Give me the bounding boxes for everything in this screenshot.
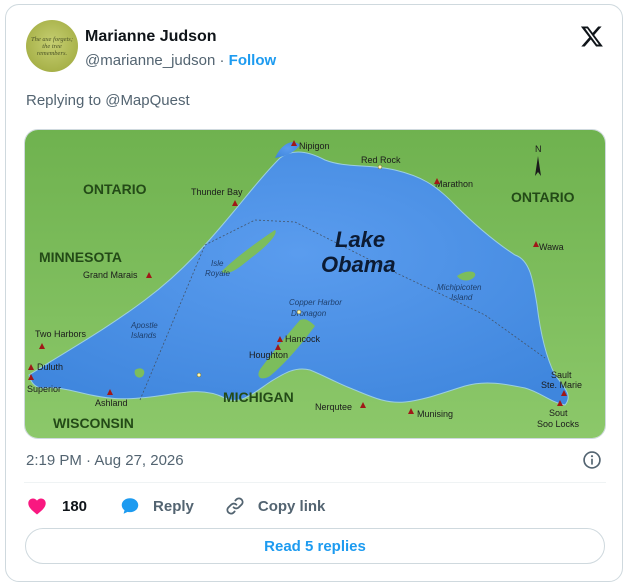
like-button[interactable]: 180 xyxy=(26,495,119,517)
city-two-harbors: Two Harbors xyxy=(35,329,87,339)
handle-row: @marianne_judson · Follow xyxy=(85,52,276,69)
city-marathon: Marathon xyxy=(435,179,473,189)
city-sout-line1: Sout xyxy=(549,408,568,418)
reply-button[interactable]: Reply xyxy=(119,495,194,517)
link-icon xyxy=(226,497,244,515)
city-red-rock: Red Rock xyxy=(361,155,401,165)
city-nerqutee: Nerqutee xyxy=(315,402,352,412)
timestamp[interactable]: 2:19 PM · Aug 27, 2026 xyxy=(26,452,184,469)
region-minnesota: MINNESOTA xyxy=(39,249,122,265)
divider xyxy=(24,482,606,483)
city-munising: Munising xyxy=(417,409,453,419)
author-name[interactable]: Marianne Judson xyxy=(85,28,217,46)
follow-button[interactable]: Follow xyxy=(229,52,277,69)
x-logo-icon[interactable] xyxy=(580,24,604,48)
city-thunder-bay: Thunder Bay xyxy=(191,187,243,197)
region-wisconsin: WISCONSIN xyxy=(53,415,134,431)
city-hancock: Hancock xyxy=(285,334,321,344)
lake-name-line1: Lake xyxy=(335,227,385,252)
map-graphic: Lake Obama ONTARIO ONTARIO MINNESOTA WIS… xyxy=(25,130,605,438)
lake-name-line2: Obama xyxy=(321,252,396,277)
copy-link-button[interactable]: Copy link xyxy=(224,495,326,517)
separator-dot: · xyxy=(219,52,225,69)
author-handle[interactable]: @marianne_judson xyxy=(85,52,215,69)
city-sault-line2: Ste. Marie xyxy=(541,380,582,390)
city-nipigon: Nipigon xyxy=(299,141,330,151)
island-copper-harbor: Copper Harbor xyxy=(289,298,342,307)
info-icon[interactable] xyxy=(582,450,602,470)
read-replies-button[interactable]: Read 5 replies xyxy=(25,528,605,564)
region-ontario-west: ONTARIO xyxy=(83,181,147,197)
city-superior: Superior xyxy=(27,384,61,394)
island-isle-royale-2: Royale xyxy=(205,269,230,278)
island-michipicoten-1: Michipicoten xyxy=(437,283,482,292)
city-ashland: Ashland xyxy=(95,398,128,408)
reply-context[interactable]: Replying to @MapQuest xyxy=(26,92,190,109)
reply-label: Reply xyxy=(153,497,194,515)
city-houghton: Houghton xyxy=(249,350,288,360)
action-bar: 180 Reply Copy link xyxy=(26,494,325,518)
north-label: N xyxy=(535,144,542,154)
island-apostle-1: Apostle xyxy=(130,321,158,330)
avatar-text: The axe forgets; the tree remembers. xyxy=(31,35,73,57)
like-count: 180 xyxy=(62,497,88,515)
island-apostle-2: Islands xyxy=(131,331,156,340)
city-wawa: Wawa xyxy=(539,242,564,252)
city-sault-line1: Sault xyxy=(551,370,572,380)
heart-icon xyxy=(28,498,46,515)
city-grand-marais: Grand Marais xyxy=(83,270,138,280)
region-michigan: MICHIGAN xyxy=(223,389,294,405)
speech-bubble-icon xyxy=(121,498,139,514)
map-image[interactable]: Lake Obama ONTARIO ONTARIO MINNESOTA WIS… xyxy=(24,129,606,439)
city-sout-line2: Soo Locks xyxy=(537,419,580,429)
avatar[interactable]: The axe forgets; the tree remembers. xyxy=(26,20,78,72)
city-duluth: Duluth xyxy=(37,362,63,372)
copy-link-label: Copy link xyxy=(257,497,326,515)
region-ontario-east: ONTARIO xyxy=(511,189,575,205)
island-isle-royale-1: Isle xyxy=(211,259,224,268)
island-michipicoten-2: Island xyxy=(451,293,473,302)
island-dronagon: Dronagon xyxy=(291,309,327,318)
